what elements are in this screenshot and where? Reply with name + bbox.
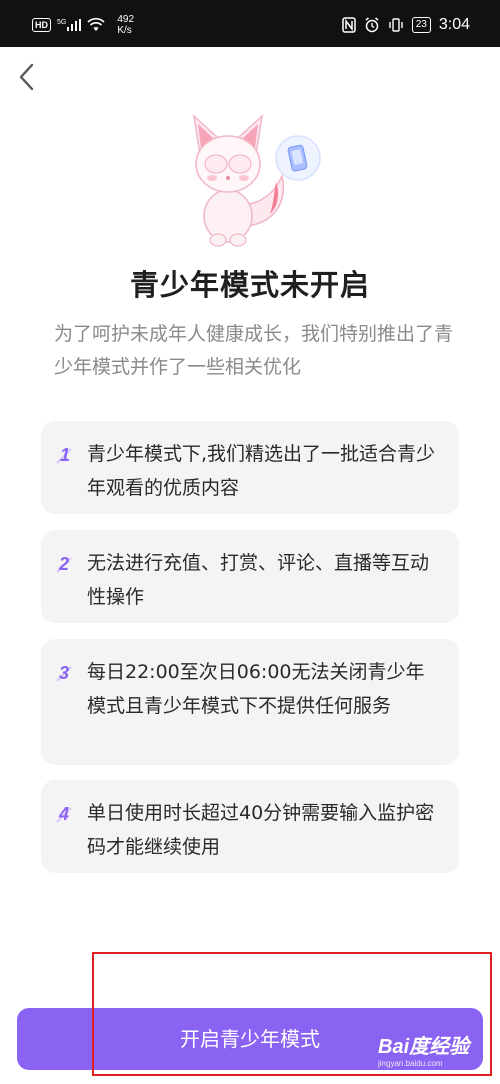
- wifi-icon: [87, 18, 105, 31]
- fox-mascot-illustration: [180, 108, 330, 254]
- watermark-brand: Bai度经验: [378, 1036, 470, 1058]
- svg-text:3: 3: [59, 663, 69, 683]
- hd-badge: HD: [32, 18, 51, 32]
- rule-text: 每日22:00至次日06:00无法关闭青少年模式且青少年模式下不提供任何服务: [87, 661, 425, 717]
- alarm-icon: [365, 17, 379, 33]
- watermark-url: jingyan.baidu.com: [378, 1059, 443, 1068]
- chevron-left-icon: [19, 63, 34, 91]
- status-bar: HD 5G 492 K/s 23 3:04: [0, 0, 500, 47]
- baidu-watermark: Bai度经验 jingyan.baidu.com: [378, 1030, 488, 1076]
- nfc-icon: [341, 17, 356, 33]
- number-4-icon: 4: [56, 804, 72, 824]
- fox-mascot-icon: [192, 113, 321, 247]
- number-2-icon: 2: [56, 554, 72, 574]
- rule-text: 青少年模式下,我们精选出了一批适合青少年观看的优质内容: [87, 443, 436, 499]
- rule-card: 4 单日使用时长超过40分钟需要输入监护密码才能继续使用: [41, 780, 459, 873]
- rule-card: 3 每日22:00至次日06:00无法关闭青少年模式且青少年模式下不提供任何服务: [41, 639, 459, 765]
- rule-card: 2 无法进行充值、打赏、评论、直播等互动性操作: [41, 530, 459, 623]
- status-left: HD 5G 492 K/s: [32, 12, 134, 38]
- back-button[interactable]: [12, 60, 42, 94]
- page-title: 青少年模式未开启: [129, 268, 370, 302]
- svg-text:2: 2: [58, 554, 69, 574]
- rule-text: 单日使用时长超过40分钟需要输入监护密码才能继续使用: [87, 802, 435, 858]
- svg-text:4: 4: [58, 804, 69, 824]
- network-speed: 492 K/s: [117, 14, 134, 36]
- svg-text:1: 1: [60, 445, 70, 465]
- number-3-icon: 3: [56, 663, 72, 683]
- number-1-icon: 1: [56, 445, 72, 465]
- signal-label: 5G: [57, 19, 67, 26]
- speed-unit: K/s: [117, 25, 132, 36]
- speed-value: 492: [117, 14, 135, 25]
- signal-icon: 5G: [57, 19, 82, 31]
- vibrate-icon: [389, 18, 403, 32]
- page-subtitle: 为了呵护未成年人健康成长，我们特别推出了青少年模式并作了一些相关优化: [54, 323, 454, 378]
- battery-indicator: 23: [411, 17, 431, 33]
- rule-card: 1 青少年模式下,我们精选出了一批适合青少年观看的优质内容: [41, 421, 459, 514]
- rule-text: 无法进行充值、打赏、评论、直播等互动性操作: [87, 552, 430, 608]
- status-right: 23 3:04: [341, 12, 470, 38]
- clock: 3:04: [438, 16, 470, 33]
